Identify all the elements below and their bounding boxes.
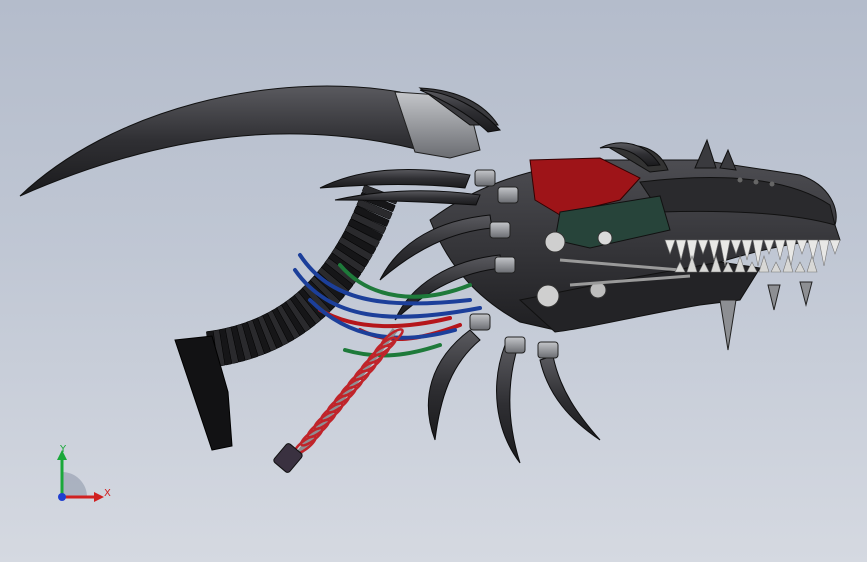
collar-ring [469,313,491,331]
collar-ring [497,186,519,204]
tooth [796,239,808,255]
tooth [806,254,818,273]
collar-ring [474,169,496,187]
tooth [818,239,830,267]
dragon-head-model[interactable] [0,0,867,562]
tooth [774,239,786,261]
claw-horn [319,168,471,189]
tooth [807,239,819,261]
collar-ring [504,336,526,354]
tooth [794,261,806,273]
tooth [770,261,782,273]
spring-shaft [273,328,404,473]
collar-ring [537,341,559,359]
graphics-viewport[interactable]: Y X [0,0,867,562]
triad-y-label: Y [59,444,67,455]
neck-hose [206,184,399,368]
claw-horn [496,344,521,464]
collar-ring [494,256,516,274]
tooth [752,239,764,267]
claw-horn [539,355,601,441]
coordinate-triad-icon: Y X [57,444,111,502]
shaft-end-cap [273,443,303,473]
gear-1 [544,231,566,253]
claw-horn [334,190,481,206]
tooth [758,254,770,273]
collar-ring [489,221,511,239]
tooth [829,239,841,255]
triad-x-label: X [104,488,111,499]
gear-2 [536,284,560,308]
coordinate-triad: Y X [50,440,120,510]
